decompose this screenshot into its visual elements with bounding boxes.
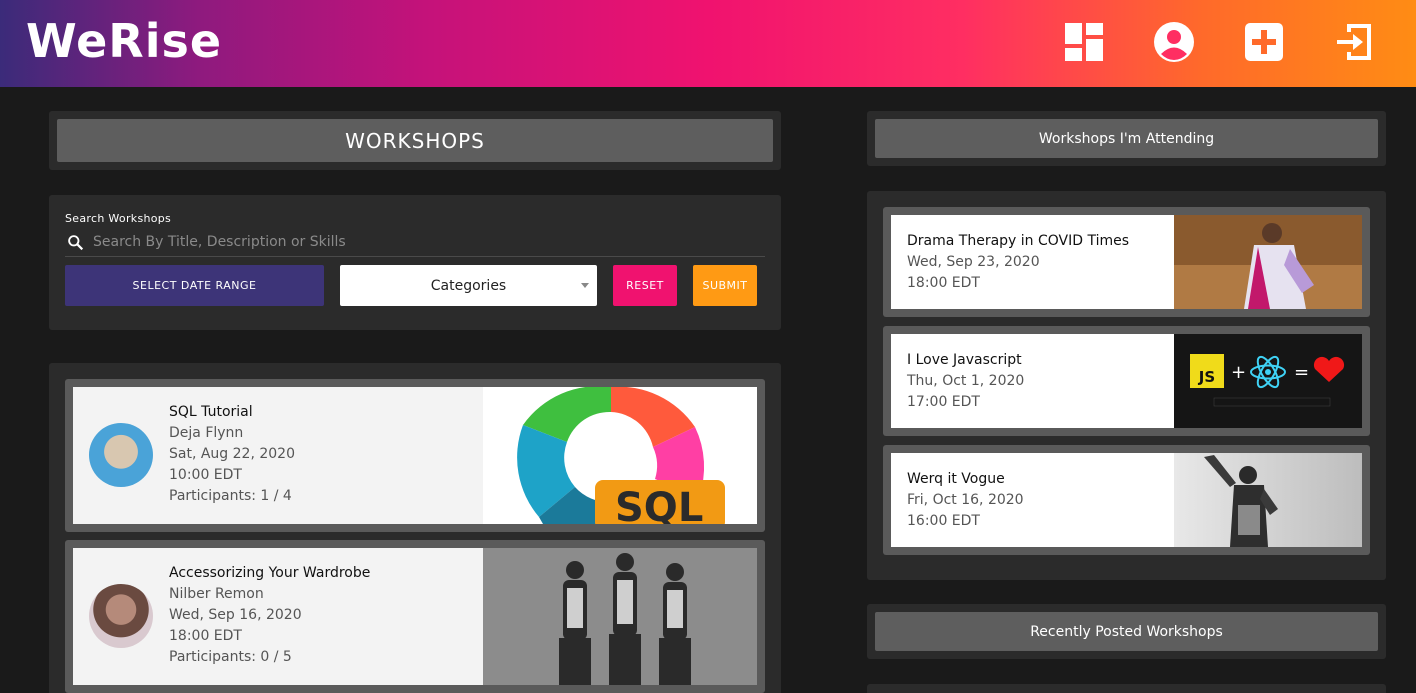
reset-button[interactable]: RESET [613, 265, 677, 306]
categories-select[interactable]: Categories [340, 265, 597, 306]
group-photo-image [483, 548, 757, 685]
chevron-down-icon [581, 283, 589, 288]
workshop-title[interactable]: Accessorizing Your Wardrobe [169, 563, 370, 584]
workshop-time: 18:00 EDT [169, 628, 242, 644]
workshop-host: Deja Flynn [169, 425, 244, 441]
account-icon[interactable] [1153, 21, 1195, 63]
workshop-date: Sat, Aug 22, 2020 [169, 446, 295, 462]
search-input[interactable] [93, 231, 753, 253]
workshop-time: 10:00 EDT [169, 467, 242, 483]
attending-thumbnail [1174, 215, 1362, 309]
attending-title-text[interactable]: I Love Javascript [907, 350, 1024, 371]
avatar [89, 423, 153, 487]
attending-card-body[interactable]: I Love Javascript Thu, Oct 1, 2020 17:00… [891, 334, 1362, 428]
performer-photo-image [1174, 215, 1362, 309]
workshop-card-body[interactable]: SQL Tutorial Deja Flynn Sat, Aug 22, 202… [73, 387, 757, 524]
dancer-photo-image [1174, 453, 1362, 547]
workshop-thumbnail: SQL [483, 387, 757, 524]
avatar [89, 584, 153, 648]
workshop-info: SQL Tutorial Deja Flynn Sat, Aug 22, 202… [169, 402, 295, 507]
search-label: Search Workshops [65, 212, 172, 225]
attending-thumbnail [1174, 453, 1362, 547]
svg-text:+: + [1231, 362, 1246, 383]
recent-list-panel [867, 684, 1386, 693]
attending-info: Drama Therapy in COVID Times Wed, Sep 23… [907, 231, 1129, 294]
logout-icon[interactable] [1333, 21, 1375, 63]
workshop-thumbnail [483, 548, 757, 685]
workshop-host: Nilber Remon [169, 586, 264, 602]
top-header: WeRise [0, 0, 1416, 87]
select-date-range-button[interactable]: SELECT DATE RANGE [65, 265, 324, 306]
js-react-love-image: + = [1213, 355, 1345, 407]
attending-thumbnail: JS + = [1174, 334, 1362, 428]
attending-date: Wed, Sep 23, 2020 [907, 254, 1040, 270]
attending-card-body[interactable]: Werq it Vogue Fri, Oct 16, 2020 16:00 ED… [891, 453, 1362, 547]
categories-select-value: Categories [430, 277, 507, 294]
attending-card-body[interactable]: Drama Therapy in COVID Times Wed, Sep 23… [891, 215, 1362, 309]
workshop-participants: Participants: 0 / 5 [169, 649, 292, 665]
workshop-date: Wed, Sep 16, 2020 [169, 607, 302, 623]
attending-time: 16:00 EDT [907, 513, 980, 529]
workshop-info: Accessorizing Your Wardrobe Nilber Remon… [169, 563, 370, 668]
attending-title: Workshops I'm Attending [875, 119, 1378, 158]
attending-title-text[interactable]: Drama Therapy in COVID Times [907, 231, 1129, 252]
dashboard-icon[interactable] [1063, 21, 1105, 63]
attending-time: 17:00 EDT [907, 394, 980, 410]
workshop-card-body[interactable]: Accessorizing Your Wardrobe Nilber Remon… [73, 548, 757, 685]
add-icon[interactable] [1243, 21, 1285, 63]
app-logo[interactable]: WeRise [26, 14, 222, 68]
attending-title-text[interactable]: Werq it Vogue [907, 469, 1024, 490]
svg-text:=: = [1294, 362, 1309, 383]
attending-time: 18:00 EDT [907, 275, 980, 291]
attending-date: Fri, Oct 16, 2020 [907, 492, 1024, 508]
recent-title: Recently Posted Workshops [875, 612, 1378, 651]
attending-date: Thu, Oct 1, 2020 [907, 373, 1025, 389]
search-icon [68, 235, 84, 251]
submit-button[interactable]: SUBMIT [693, 265, 757, 306]
workshop-title[interactable]: SQL Tutorial [169, 402, 295, 423]
attending-info: I Love Javascript Thu, Oct 1, 2020 17:00… [907, 350, 1024, 413]
search-field [65, 229, 765, 257]
page-title: WORKSHOPS [57, 119, 773, 162]
attending-info: Werq it Vogue Fri, Oct 16, 2020 16:00 ED… [907, 469, 1024, 532]
workshop-participants: Participants: 1 / 4 [169, 488, 292, 504]
sql-logo-text: SQL [615, 485, 704, 524]
